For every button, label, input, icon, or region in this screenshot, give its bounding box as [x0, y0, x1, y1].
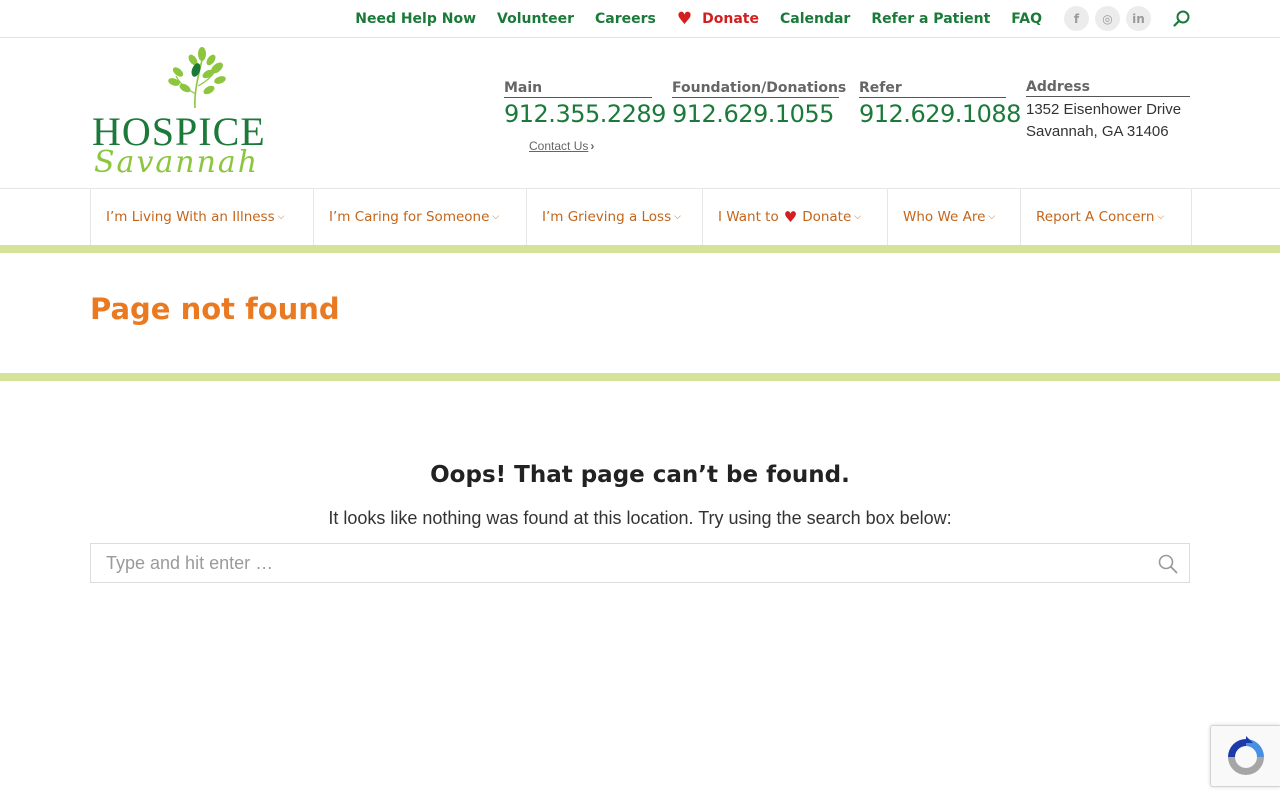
chevron-down-icon: ⌵	[674, 212, 681, 222]
contact-main: Main 912.355.2289	[504, 80, 666, 128]
nav-item-report-a-concern[interactable]: Report A Concern ⌵	[1021, 189, 1192, 245]
error-description: It looks like nothing was found at this …	[328, 508, 952, 528]
heart-icon: ♥	[783, 208, 798, 226]
chevron-down-icon: ⌵	[988, 212, 996, 222]
search-icon[interactable]	[1172, 9, 1192, 29]
recaptcha-icon	[1228, 736, 1264, 775]
heart-icon: ♥	[676, 8, 693, 29]
nav-item-label: I’m Grieving a Loss	[542, 209, 672, 225]
chevron-down-icon: ⌵	[492, 212, 500, 222]
error-heading: Oops! That page can’t be found.	[430, 462, 850, 488]
chevron-right-icon: ›	[590, 139, 595, 153]
nav-item-label: Report A Concern	[1036, 209, 1155, 225]
search-form	[90, 543, 1190, 583]
search-input[interactable]	[91, 544, 1189, 582]
social-links: f ◎ in	[1064, 6, 1151, 31]
address-line-2: Savannah, GA 31406	[1026, 123, 1169, 140]
recaptcha-badge[interactable]	[1210, 725, 1280, 787]
linkedin-icon[interactable]: in	[1126, 6, 1151, 31]
nav-item-caring-for-someone[interactable]: I’m Caring for Someone ⌵	[314, 189, 527, 245]
nav-item-label-post: Donate	[802, 209, 852, 225]
contact-us-label: Contact Us	[529, 139, 589, 153]
hospice-savannah-logo[interactable]: HOSPICE Savannah	[90, 42, 310, 182]
address-label: Address	[1026, 79, 1190, 97]
nav-item-i-want-to-donate[interactable]: I Want to ♥ Donate ⌵	[703, 189, 888, 245]
contact-foundation: Foundation/Donations 912.629.1055	[672, 80, 847, 128]
main-nav: I’m Living With an Illness ⌵ I’m Caring f…	[0, 188, 1280, 245]
address-block: Address 1352 Eisenhower Drive Savannah, …	[1026, 79, 1190, 141]
contact-refer: Refer 912.629.1088	[859, 80, 1021, 128]
nav-item-living-with-illness[interactable]: I’m Living With an Illness ⌵	[91, 189, 314, 245]
chevron-down-icon: ⌵	[277, 212, 285, 222]
logo-line-2: Savannah	[94, 145, 259, 180]
contact-foundation-phone[interactable]: 912.629.1055	[672, 100, 839, 128]
nav-item-label: Who We Are	[903, 209, 986, 225]
top-links: Need Help Now Volunteer Careers ♥ Donate …	[355, 0, 1042, 38]
top-link-faq[interactable]: FAQ	[1011, 11, 1042, 27]
top-link-refer-a-patient[interactable]: Refer a Patient	[871, 11, 990, 27]
contact-main-phone[interactable]: 912.355.2289	[504, 100, 666, 128]
divider-bar-bottom	[0, 373, 1280, 381]
nav-item-grieving-a-loss[interactable]: I’m Grieving a Loss ⌵	[527, 189, 703, 245]
top-link-careers[interactable]: Careers	[595, 11, 656, 27]
nav-item-label: I’m Living With an Illness	[106, 209, 275, 225]
nav-item-label-pre: I Want to	[718, 209, 779, 225]
main-nav-items: I’m Living With an Illness ⌵ I’m Caring f…	[90, 189, 1192, 245]
top-link-volunteer[interactable]: Volunteer	[497, 11, 574, 27]
contact-foundation-label: Foundation/Donations	[672, 80, 847, 98]
top-link-donate-label: Donate	[702, 11, 759, 27]
top-utility-bar: Need Help Now Volunteer Careers ♥ Donate …	[0, 0, 1280, 38]
contact-main-label: Main	[504, 80, 652, 98]
contact-us-link[interactable]: Contact Us ›	[529, 139, 594, 153]
facebook-icon[interactable]: f	[1064, 6, 1089, 31]
divider-bar-top	[0, 245, 1280, 253]
nav-item-label: I’m Caring for Someone	[329, 209, 490, 225]
search-submit-icon[interactable]	[1157, 553, 1179, 575]
instagram-icon[interactable]: ◎	[1095, 6, 1120, 31]
address-line-1: 1352 Eisenhower Drive	[1026, 101, 1182, 118]
leaf-tree-icon	[168, 47, 226, 109]
chevron-down-icon: ⌵	[854, 212, 862, 222]
top-link-need-help-now[interactable]: Need Help Now	[355, 11, 476, 27]
contact-refer-phone[interactable]: 912.629.1088	[859, 100, 1021, 128]
top-link-calendar[interactable]: Calendar	[780, 11, 850, 27]
top-link-donate[interactable]: ♥ Donate	[676, 8, 759, 29]
chevron-down-icon: ⌵	[1157, 212, 1165, 222]
page-title: Page not found	[90, 292, 340, 326]
contact-refer-label: Refer	[859, 80, 1006, 98]
nav-item-who-we-are[interactable]: Who We Are ⌵	[888, 189, 1021, 245]
